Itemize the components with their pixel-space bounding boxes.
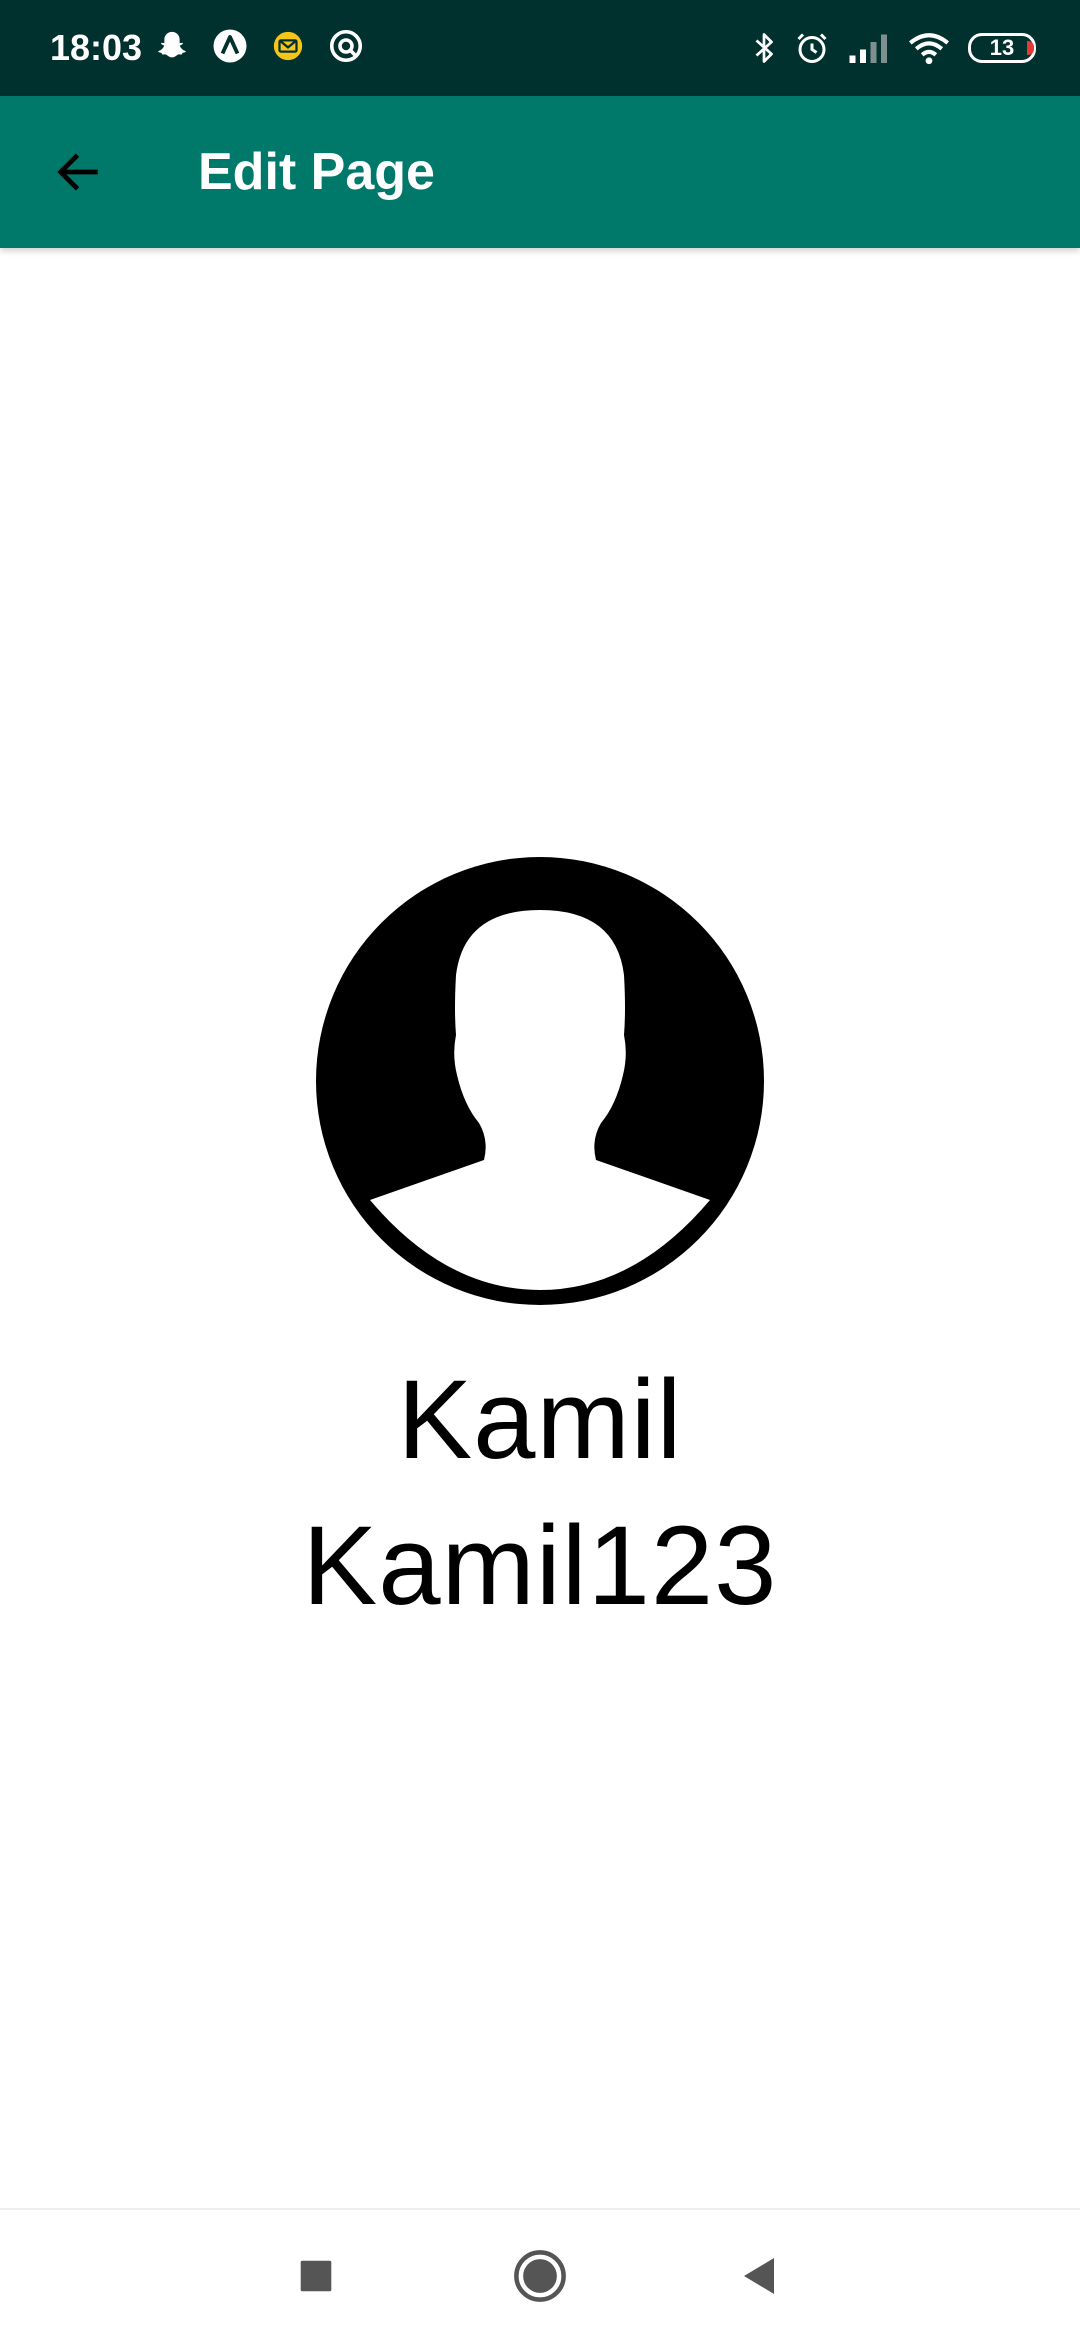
battery-icon: 13 [968,24,1036,72]
system-icons: 13 [752,24,1036,72]
back-button[interactable] [36,130,120,214]
home-button[interactable] [498,2234,582,2318]
arc-icon [210,26,250,66]
mail-icon [268,26,308,66]
back-icon [744,2258,774,2294]
alarm-icon [794,24,830,72]
recents-icon [300,2260,332,2292]
page-title: Edit Page [198,143,435,201]
vpn-icon [326,26,366,66]
status-time: 18:03 [50,27,143,68]
status-bar: 18:03 13 [0,0,1080,96]
notification-icons [152,26,366,66]
recents-button[interactable] [274,2234,358,2318]
display-name: Kamil [397,1357,683,1482]
battery-level: 13 [968,33,1036,63]
account-circle-icon [314,855,766,1307]
profile-section: Kamil Kamil123 [0,855,1080,1639]
bluetooth-icon [752,24,776,72]
home-icon [514,2250,566,2302]
system-nav-bar [0,2208,1080,2340]
nav-back-button[interactable] [718,2234,802,2318]
snapchat-icon [152,26,192,66]
battery-percent: 13 [989,35,1015,60]
wifi-icon [908,24,950,72]
arrow-back-icon [57,153,98,191]
app-bar: Edit Page [0,96,1080,248]
username: Kamil123 [302,1503,778,1628]
battery-low-indicator [1027,41,1034,55]
signal-icon [848,24,890,72]
